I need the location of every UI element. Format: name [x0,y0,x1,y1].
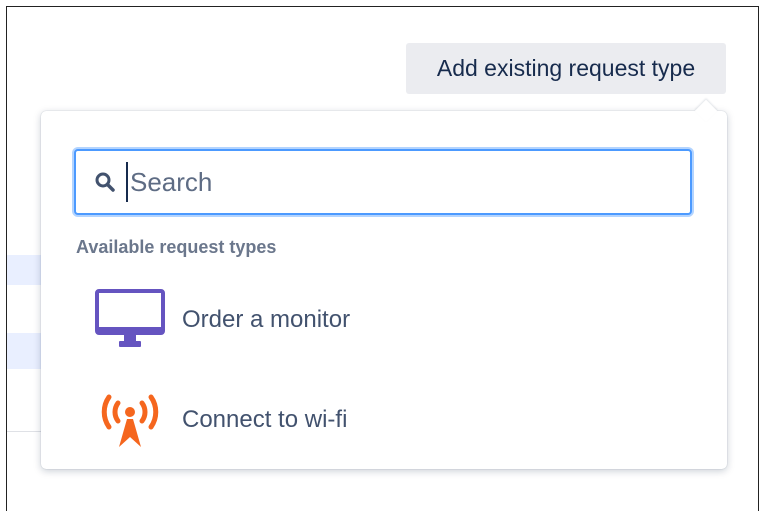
search-field[interactable] [74,149,692,215]
list-item-connect-wifi[interactable]: Connect to wi-fi [76,383,696,457]
popover-caret [694,99,718,123]
search-input[interactable] [126,162,690,202]
app-frame: Add existing request type Available requ… [6,6,759,511]
request-type-popover: Available request types Order a monitor [41,99,727,469]
wifi-broadcast-icon [90,387,170,453]
monitor-icon [90,287,170,353]
search-icon [94,171,116,193]
list-item-label: Connect to wi-fi [182,406,348,433]
list-item-label: Order a monitor [182,306,351,333]
section-label-available-request-types: Available request types [76,237,277,257]
list-item-order-monitor[interactable]: Order a monitor [76,283,696,357]
add-existing-request-type-button[interactable]: Add existing request type [406,43,726,94]
